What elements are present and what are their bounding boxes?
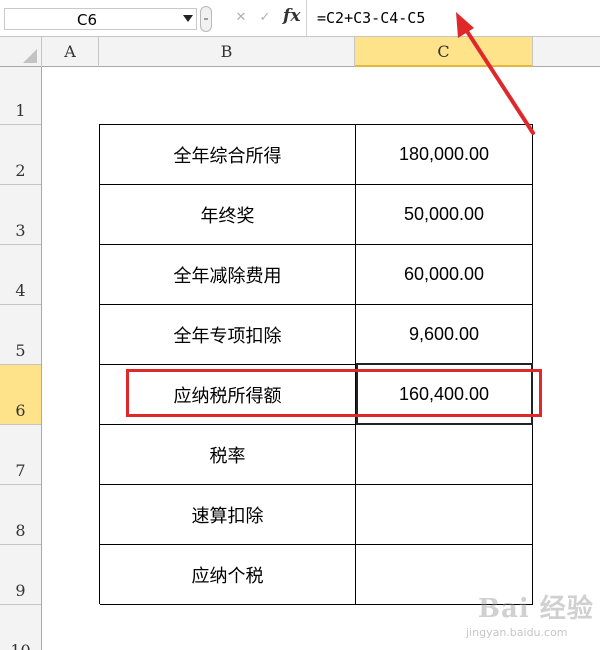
cell-b2[interactable]: 全年综合所得	[100, 125, 356, 185]
name-box-value: C6	[77, 11, 98, 29]
column-headers: A B C	[0, 37, 600, 67]
cell-b7[interactable]: 税率	[100, 425, 356, 485]
cancel-icon[interactable]: ✕	[232, 9, 250, 27]
formula-text: =C2+C3-C4-C5	[317, 9, 426, 27]
row-header-1[interactable]: 1	[0, 67, 41, 125]
row-header-6[interactable]: 6	[0, 365, 41, 425]
cell-b3[interactable]: 年终奖	[100, 185, 356, 245]
formula-bar-splitter-handle[interactable]	[200, 6, 212, 32]
cell-c7[interactable]	[356, 425, 533, 485]
row-header-label: 9	[15, 581, 26, 600]
row-header-4[interactable]: 4	[0, 245, 41, 305]
cell-b8[interactable]: 速算扣除	[100, 485, 356, 545]
row-header-3[interactable]: 3	[0, 185, 41, 245]
column-header-b[interactable]: B	[99, 37, 355, 67]
column-header-a[interactable]: A	[42, 37, 99, 67]
chevron-down-icon[interactable]	[183, 15, 193, 22]
annotation-highlight-box	[126, 369, 542, 417]
row-header-label: 6	[15, 401, 26, 420]
column-header-c[interactable]: C	[355, 37, 533, 67]
baidu-watermark: Bai 经验 jingyan.baidu.com	[458, 586, 598, 646]
formula-input[interactable]: =C2+C3-C4-C5	[306, 0, 600, 36]
cell-b9[interactable]: 应纳个税	[100, 545, 356, 605]
row-header-5[interactable]: 5	[0, 305, 41, 365]
row-header-label: 3	[15, 221, 26, 240]
cell-c4[interactable]: 60,000.00	[356, 245, 533, 305]
watermark-url: jingyan.baidu.com	[466, 626, 568, 639]
worksheet-grid[interactable]: 全年综合所得 180,000.00 年终奖 50,000.00 全年减除费用 6…	[42, 67, 600, 650]
enter-icon[interactable]: ✓	[256, 9, 274, 27]
row-header-10[interactable]: 10	[0, 605, 41, 650]
row-header-label: 2	[15, 161, 26, 180]
cell-c2[interactable]: 180,000.00	[356, 125, 533, 185]
cell-c5[interactable]: 9,600.00	[356, 305, 533, 365]
select-all-corner[interactable]	[0, 37, 42, 67]
cell-c8[interactable]	[356, 485, 533, 545]
name-box[interactable]: C6	[4, 8, 197, 30]
cell-b4[interactable]: 全年减除费用	[100, 245, 356, 305]
row-header-label: 4	[15, 281, 26, 300]
cell-c3[interactable]: 50,000.00	[356, 185, 533, 245]
row-header-label: 5	[15, 341, 26, 360]
row-header-9[interactable]: 9	[0, 545, 41, 605]
formula-bar: C6 ✕ ✓ fx =C2+C3-C4-C5	[0, 0, 600, 37]
row-header-2[interactable]: 2	[0, 125, 41, 185]
row-header-8[interactable]: 8	[0, 485, 41, 545]
row-headers: 1 2 3 4 5 6 7 8 9 10	[0, 67, 42, 650]
row-header-label: 7	[15, 461, 26, 480]
row-header-label: 8	[15, 521, 26, 540]
row-header-label: 10	[0, 641, 41, 650]
row-header-7[interactable]: 7	[0, 425, 41, 485]
watermark-logo: Bai 经验	[478, 594, 594, 624]
column-header-d[interactable]	[533, 37, 600, 67]
cell-b5[interactable]: 全年专项扣除	[100, 305, 356, 365]
fx-icon[interactable]: fx	[283, 6, 300, 26]
row-header-label: 1	[15, 101, 26, 120]
